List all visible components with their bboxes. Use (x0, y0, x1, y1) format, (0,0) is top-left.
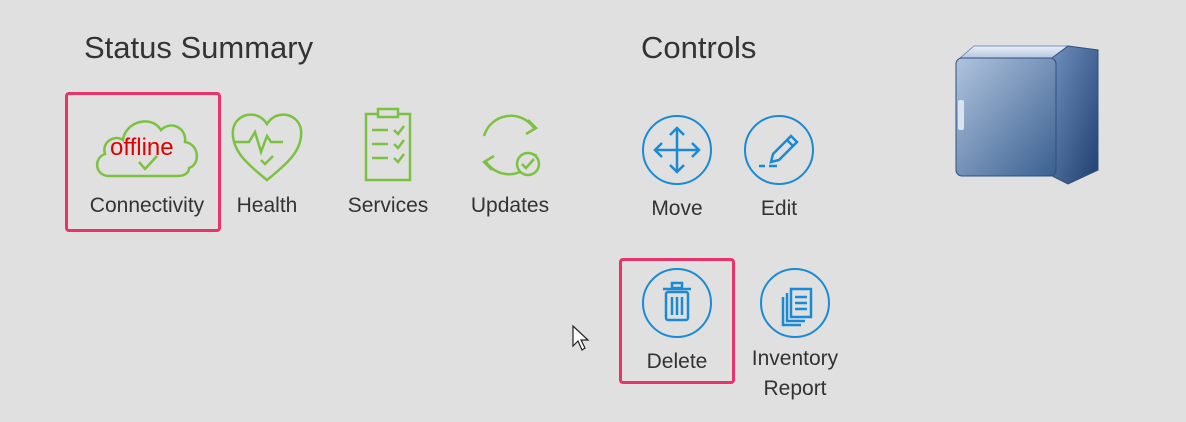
status-connectivity[interactable]: offline Connectivity (80, 106, 214, 218)
delete-icon-circle (642, 268, 712, 338)
mouse-cursor-icon (572, 324, 590, 351)
move-label: Move (651, 197, 703, 220)
services-label: Services (347, 194, 429, 217)
connectivity-label: Connectivity (89, 194, 205, 217)
device-image (950, 40, 1106, 195)
delete-button[interactable]: Delete (632, 268, 722, 374)
trash-icon (663, 281, 691, 322)
inventory-report-icon-circle (760, 268, 830, 338)
offline-overlay-text: offline (110, 134, 174, 161)
health-label: Health (236, 194, 298, 217)
heart-pulse-icon (231, 113, 303, 182)
clipboard-checklist-icon (364, 107, 412, 182)
controls-title: Controls (641, 30, 757, 65)
inventory-report-label: Inventory Report (751, 347, 839, 400)
updates-label: Updates (470, 194, 550, 217)
documents-icon (781, 287, 813, 327)
pencil-icon (759, 134, 799, 168)
server-cube-icon (955, 45, 1099, 185)
refresh-check-icon (481, 114, 541, 177)
delete-label: Delete (646, 350, 708, 373)
status-summary-title: Status Summary (84, 30, 314, 65)
edit-label: Edit (760, 197, 798, 220)
status-services[interactable]: Services (343, 106, 433, 218)
edit-icon-circle (744, 115, 814, 185)
edit-button[interactable]: Edit (734, 115, 824, 221)
move-button[interactable]: Move (632, 115, 722, 221)
status-updates[interactable]: Updates (463, 106, 557, 218)
inventory-report-button[interactable]: Inventory Report (745, 268, 845, 404)
move-icon-circle (642, 115, 712, 185)
move-arrows-icon (653, 126, 701, 174)
status-health[interactable]: Health (222, 106, 312, 218)
